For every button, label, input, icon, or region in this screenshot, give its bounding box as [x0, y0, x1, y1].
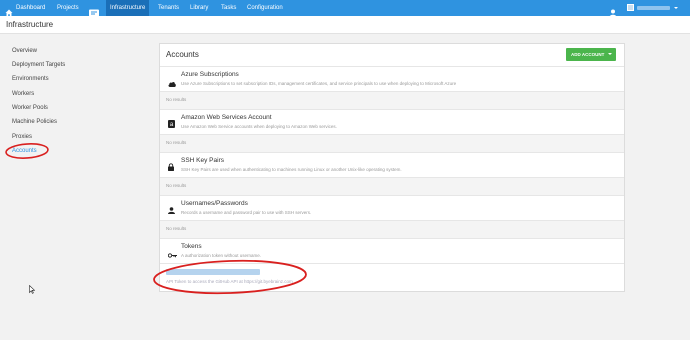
nav-dashboard[interactable]: Dashboard [16, 0, 45, 16]
lock-icon [168, 158, 174, 176]
nav-projects[interactable]: Projects [57, 0, 79, 16]
section-title[interactable]: Tokens [181, 243, 202, 250]
add-account-label: ADD ACCOUNT [571, 52, 605, 57]
add-account-button[interactable]: ADD ACCOUNT [566, 48, 616, 61]
nav-library[interactable]: Library [190, 0, 208, 16]
no-results-row: No results [160, 177, 624, 196]
chevron-down-icon [608, 53, 612, 55]
token-account-row[interactable]: API Token to access the GitHub API at ht… [160, 263, 624, 291]
nav-tenants[interactable]: Tenants [158, 0, 179, 16]
no-results-text: No results [166, 140, 187, 145]
sidebar-item-worker-pools[interactable]: Worker Pools [12, 105, 48, 111]
nav-configuration[interactable]: Configuration [247, 0, 283, 16]
section-title[interactable]: Amazon Web Services Account [181, 114, 272, 121]
username-blurred[interactable] [637, 6, 670, 10]
accounts-panel: Accounts ADD ACCOUNT Azure Subscriptions… [159, 43, 625, 292]
section-ssh-key-pairs: SSH Key Pairs SSH Key Pairs are used whe… [160, 152, 624, 196]
top-nav: Dashboard Projects Infrastructure Tenant… [0, 0, 690, 17]
mouse-cursor-icon [29, 281, 36, 299]
no-results-text: No results [166, 97, 187, 102]
page-header: Infrastructure [0, 16, 690, 34]
nav-tasks[interactable]: Tasks [221, 0, 236, 16]
sidebar-item-accounts[interactable]: Accounts [12, 148, 37, 154]
sidebar-item-machine-policies[interactable]: Machine Policies [12, 119, 57, 125]
section-description: Use Amazon Web Service accounts when dep… [181, 124, 337, 129]
user-icon [168, 201, 175, 219]
sidebar-item-environments[interactable]: Environments [12, 76, 49, 82]
section-description: Use Azure Subscriptions to set subscript… [181, 81, 457, 86]
panel-title: Accounts [166, 50, 199, 59]
no-results-row: No results [160, 220, 624, 239]
nav-infrastructure[interactable]: Infrastructure [106, 0, 150, 16]
sidebar-item-overview[interactable]: Overview [12, 48, 37, 54]
section-azure-subscriptions: Azure Subscriptions Use Azure Subscripti… [160, 66, 624, 110]
chevron-down-icon[interactable] [674, 7, 678, 9]
section-amazon-web-services: a Amazon Web Services Account Use Amazon… [160, 109, 624, 153]
token-account-description: API Token to access the GitHub API at ht… [166, 279, 293, 284]
amazon-icon: a [168, 115, 175, 133]
cloud-icon [168, 74, 176, 92]
page-title: Infrastructure [6, 20, 54, 29]
section-title[interactable]: Usernames/Passwords [181, 200, 248, 207]
section-tokens: Tokens A authorization token without use… [160, 238, 624, 263]
avatar[interactable] [627, 4, 634, 11]
section-description: A authorization token without username. [181, 253, 262, 258]
section-usernames-passwords: Usernames/Passwords Records a username a… [160, 195, 624, 239]
key-icon [167, 245, 177, 263]
token-account-name-blurred[interactable] [166, 269, 260, 275]
section-title[interactable]: SSH Key Pairs [181, 157, 224, 164]
sidebar-item-workers[interactable]: Workers [12, 91, 34, 97]
no-results-row: No results [160, 91, 624, 110]
no-results-text: No results [166, 183, 187, 188]
no-results-text: No results [166, 226, 187, 231]
no-results-row: No results [160, 134, 624, 153]
sidebar-item-deployment-targets[interactable]: Deployment Targets [12, 62, 65, 68]
section-description: SSH Key Pairs are used when authenticati… [181, 167, 402, 172]
sidebar-item-proxies[interactable]: Proxies [12, 134, 32, 140]
section-description: Records a username and password pair to … [181, 210, 312, 215]
section-title[interactable]: Azure Subscriptions [181, 71, 239, 78]
